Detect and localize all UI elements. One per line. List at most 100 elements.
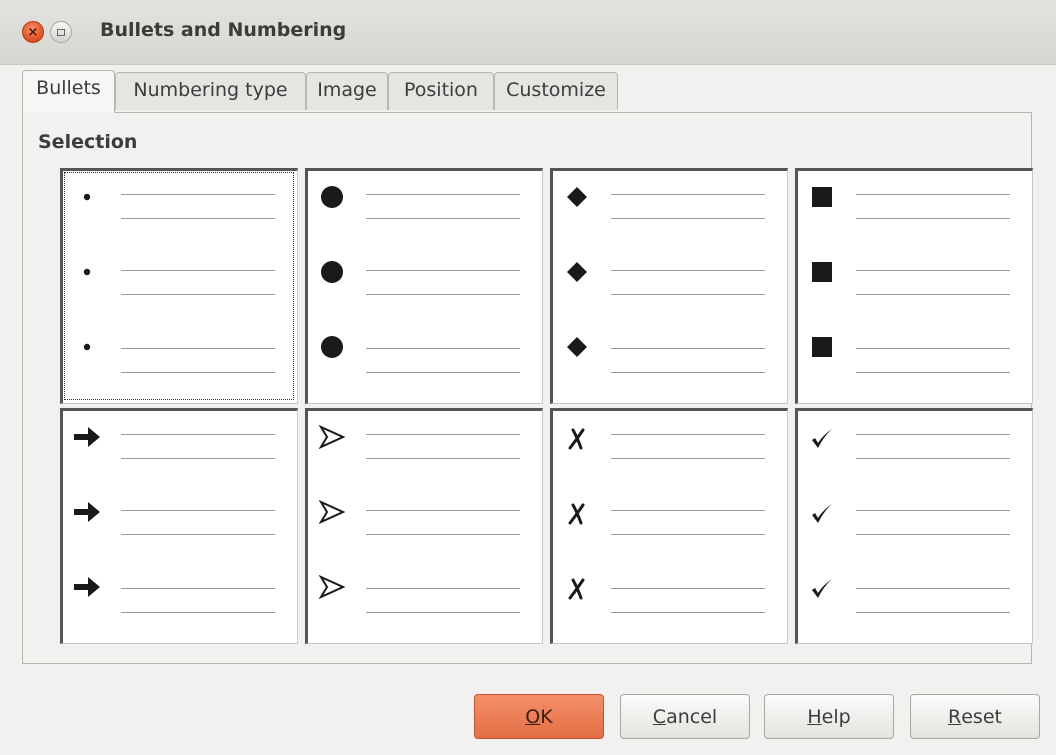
cross-mark-bullet-icon [559, 496, 595, 532]
check-mark-bullet-icon [804, 496, 840, 532]
preview-line [856, 218, 1010, 219]
square-bullet-icon [804, 329, 840, 365]
preview-line [856, 588, 1010, 589]
check-mark-bullet-icon [804, 421, 840, 457]
tab-bullets[interactable]: Bullets [22, 70, 115, 113]
preview-line [856, 348, 1010, 349]
cancel-button[interactable]: Cancel [620, 694, 750, 739]
preview-line [366, 612, 520, 613]
help-label: elp [821, 705, 851, 728]
bullet-style-large-circle[interactable] [305, 168, 543, 404]
square-bullet-icon [804, 254, 840, 290]
preview-line [121, 434, 275, 435]
bullet-style-small-dot[interactable] [60, 168, 298, 404]
preview-line [611, 534, 765, 535]
preview-line [366, 510, 520, 511]
tab-image[interactable]: Image [306, 72, 388, 110]
reset-mnemonic: R [948, 705, 962, 728]
bullet-style-cross-mark[interactable] [550, 408, 788, 644]
preview-line [856, 372, 1010, 373]
window-title: Bullets and Numbering [100, 19, 347, 41]
preview-line [856, 194, 1010, 195]
ok-label: K [540, 705, 553, 728]
close-icon[interactable]: × [22, 21, 44, 43]
bullet-style-diamond[interactable] [550, 168, 788, 404]
preview-line [121, 194, 275, 195]
bullet-style-bold-arrow[interactable] [60, 408, 298, 644]
preview-line [366, 294, 520, 295]
cancel-label: ancel [666, 705, 718, 728]
selection-label: Selection [38, 131, 138, 153]
diamond-bullet-icon [559, 329, 595, 365]
help-mnemonic: H [807, 705, 822, 728]
preview-line [121, 534, 275, 535]
preview-line [366, 434, 520, 435]
tab-position[interactable]: Position [388, 72, 494, 110]
preview-line [366, 218, 520, 219]
small-dot-bullet-icon [69, 329, 105, 365]
check-mark-bullet-icon [804, 571, 840, 607]
preview-line [366, 458, 520, 459]
preview-line [611, 434, 765, 435]
cross-mark-bullet-icon [559, 421, 595, 457]
preview-line [366, 534, 520, 535]
preview-line [366, 194, 520, 195]
arrowhead-bullet-icon [314, 569, 350, 605]
cross-mark-bullet-icon [559, 571, 595, 607]
cancel-mnemonic: C [652, 705, 667, 728]
small-dot-bullet-icon [69, 254, 105, 290]
preview-line [856, 534, 1010, 535]
bullet-style-square[interactable] [795, 168, 1033, 404]
preview-line [611, 458, 765, 459]
large-circle-bullet-icon [314, 254, 350, 290]
ok-mnemonic: O [525, 705, 541, 728]
preview-line [611, 510, 765, 511]
preview-line [366, 270, 520, 271]
preview-line [611, 372, 765, 373]
preview-line [611, 612, 765, 613]
preview-line [856, 510, 1010, 511]
large-circle-bullet-icon [314, 179, 350, 215]
preview-line [121, 294, 275, 295]
diamond-bullet-icon [559, 254, 595, 290]
preview-line [121, 270, 275, 271]
small-dot-bullet-icon [69, 179, 105, 215]
preview-line [611, 270, 765, 271]
help-button[interactable]: Help [764, 694, 894, 739]
maximize-glyph [57, 28, 65, 36]
square-bullet-icon [804, 179, 840, 215]
arrowhead-bullet-icon [314, 494, 350, 530]
bold-arrow-bullet-icon [69, 494, 105, 530]
title-bar: × Bullets and Numbering [0, 0, 1056, 65]
preview-line [611, 348, 765, 349]
large-circle-bullet-icon [314, 329, 350, 365]
diamond-bullet-icon [559, 179, 595, 215]
preview-line [856, 434, 1010, 435]
preview-line [121, 458, 275, 459]
preview-line [366, 372, 520, 373]
preview-line [121, 612, 275, 613]
tab-customize[interactable]: Customize [494, 72, 618, 110]
bullet-style-arrowhead[interactable] [305, 408, 543, 644]
bullet-style-check-mark[interactable] [795, 408, 1033, 644]
preview-line [121, 588, 275, 589]
preview-line [121, 372, 275, 373]
preview-line [856, 270, 1010, 271]
tab-numbering-type[interactable]: Numbering type [115, 72, 306, 110]
preview-line [611, 294, 765, 295]
preview-line [611, 194, 765, 195]
bold-arrow-bullet-icon [69, 569, 105, 605]
preview-line [856, 458, 1010, 459]
preview-line [121, 218, 275, 219]
close-glyph: × [27, 24, 39, 40]
maximize-icon[interactable] [50, 21, 72, 43]
preview-line [856, 612, 1010, 613]
preview-line [611, 218, 765, 219]
reset-button[interactable]: Reset [910, 694, 1040, 739]
preview-line [121, 348, 275, 349]
preview-line [856, 294, 1010, 295]
preview-line [366, 348, 520, 349]
arrowhead-bullet-icon [314, 419, 350, 455]
ok-button[interactable]: OK [474, 694, 604, 739]
preview-line [121, 510, 275, 511]
